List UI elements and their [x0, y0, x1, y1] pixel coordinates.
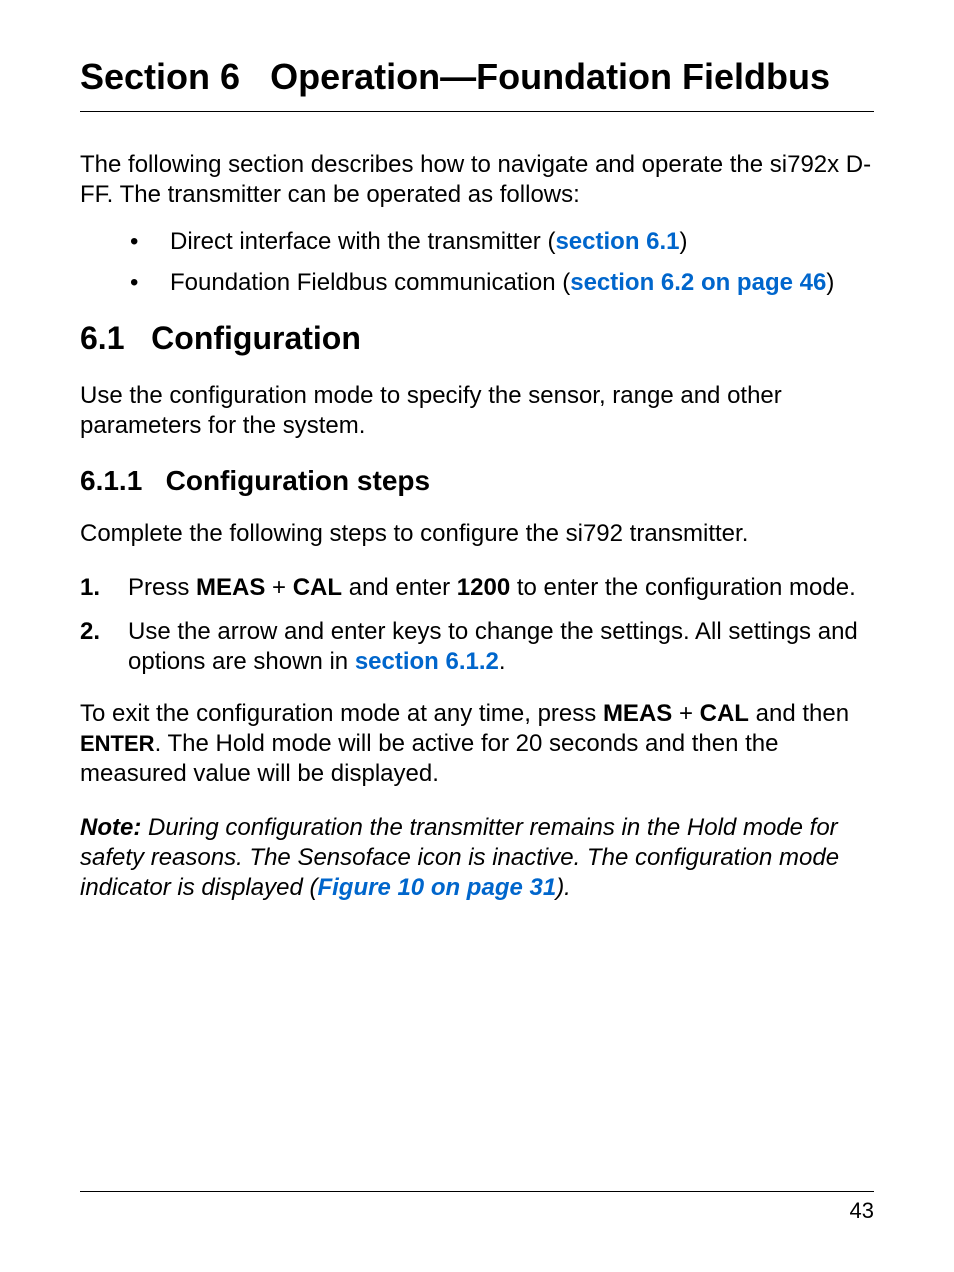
- heading-number: 6.1: [80, 320, 124, 356]
- cross-reference-link[interactable]: Figure 10 on page 31: [317, 874, 556, 901]
- intro-paragraph: The following section describes how to n…: [80, 150, 874, 210]
- list-item-text: ): [680, 228, 688, 255]
- section-name: Operation—Foundation Fieldbus: [270, 56, 830, 97]
- code-value: 1200: [457, 574, 510, 601]
- page-footer: 43: [80, 1191, 874, 1224]
- step-item: 2. Use the arrow and enter keys to chang…: [80, 617, 874, 677]
- operation-modes-list: Direct interface with the transmitter (s…: [130, 226, 874, 298]
- list-item-text: Foundation Fieldbus communication (: [170, 269, 570, 296]
- cross-reference-link[interactable]: section 6.1.2: [355, 648, 499, 675]
- step-text: +: [265, 574, 292, 601]
- note-text: ).: [556, 874, 571, 901]
- steps-list: 1. Press MEAS + CAL and enter 1200 to en…: [80, 573, 874, 677]
- step-number: 2.: [80, 617, 100, 647]
- heading-title: Configuration steps: [166, 465, 430, 496]
- body-paragraph: Complete the following steps to configur…: [80, 519, 874, 549]
- key-label: MEAS: [196, 574, 265, 601]
- section-label: Section 6: [80, 56, 240, 97]
- subsubsection-heading: 6.1.1 Configuration steps: [80, 465, 874, 497]
- list-item: Direct interface with the transmitter (s…: [130, 226, 874, 257]
- para-text: To exit the configuration mode at any ti…: [80, 700, 603, 727]
- key-label: MEAS: [603, 700, 672, 727]
- section-title: Section 6 Operation—Foundation Fieldbus: [80, 54, 874, 99]
- heading-number: 6.1.1: [80, 465, 142, 496]
- para-text: . The Hold mode will be active for 20 se…: [80, 730, 779, 787]
- cross-reference-link[interactable]: section 6.1: [555, 228, 679, 255]
- note-label: Note:: [80, 814, 141, 841]
- key-label: CAL: [700, 700, 749, 727]
- step-text: to enter the configuration mode.: [510, 574, 856, 601]
- key-label: CAL: [293, 574, 342, 601]
- heading-title: Configuration: [151, 320, 361, 356]
- key-label: ENTER: [80, 731, 155, 756]
- step-item: 1. Press MEAS + CAL and enter 1200 to en…: [80, 573, 874, 603]
- cross-reference-link[interactable]: section 6.2 on page 46: [570, 269, 826, 296]
- title-rule: [80, 111, 874, 112]
- subsection-heading: 6.1 Configuration: [80, 320, 874, 357]
- step-number: 1.: [80, 573, 100, 603]
- note-paragraph: Note: During configuration the transmitt…: [80, 813, 874, 903]
- body-paragraph: Use the configuration mode to specify th…: [80, 381, 874, 441]
- para-text: and then: [749, 700, 849, 727]
- step-text: and enter: [342, 574, 457, 601]
- list-item-text: ): [826, 269, 834, 296]
- para-text: +: [672, 700, 699, 727]
- list-item: Foundation Fieldbus communication (secti…: [130, 267, 874, 298]
- body-paragraph: To exit the configuration mode at any ti…: [80, 699, 874, 789]
- list-item-text: Direct interface with the transmitter (: [170, 228, 555, 255]
- footer-rule: [80, 1191, 874, 1192]
- step-text: Press: [128, 574, 196, 601]
- step-text: .: [499, 648, 506, 675]
- page-number: 43: [80, 1198, 874, 1224]
